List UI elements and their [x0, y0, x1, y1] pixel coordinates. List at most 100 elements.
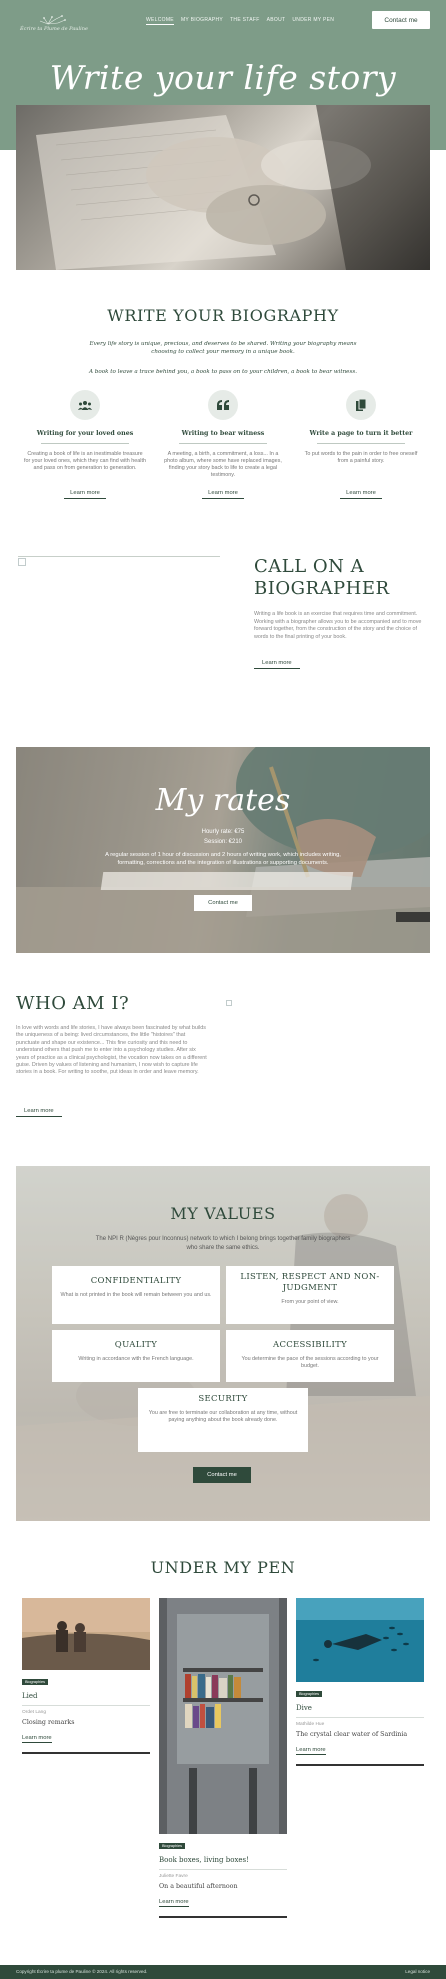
legal-notice-link[interactable]: Legal notice — [405, 1969, 430, 1974]
footer: Copyright Écrire ta plume de Pauline © 2… — [0, 1965, 446, 1979]
values-title: MY VALUES — [170, 1204, 276, 1223]
rates-contact-button[interactable]: Contact me — [194, 895, 252, 911]
value-card-confidentiality: CONFIDENTIALITY What is not printed in t… — [52, 1266, 220, 1324]
logo-text: Écrire ta Plume de Pauline — [20, 26, 88, 32]
post-tag: Biographies — [296, 1691, 323, 1697]
post-image — [159, 1598, 287, 1834]
who-text: In love with words and life stories, I h… — [16, 1025, 207, 1076]
learn-more-link[interactable]: Learn more — [202, 490, 244, 499]
hero-image — [16, 105, 430, 270]
post-bottom-border — [22, 1752, 150, 1754]
nav-item-the-staff[interactable]: THE STAFF — [230, 17, 260, 25]
who-image-placeholder — [226, 993, 430, 1006]
biography-tagline: A book to leave a trace behind you, a bo… — [88, 369, 357, 375]
values-section: MY VALUES The NPI R (Nègres pour Inconnu… — [16, 1166, 430, 1521]
post-excerpt: Closing remarks — [22, 1719, 75, 1726]
post-tag: Biographies — [22, 1679, 49, 1685]
nav-item-welcome[interactable]: WELCOME — [146, 17, 174, 25]
rates-title: My rates — [155, 783, 291, 818]
value-desc: From your point of view. — [281, 1299, 339, 1305]
divider — [317, 443, 405, 444]
notebook-shape — [100, 872, 354, 890]
learn-more-link[interactable]: Learn more — [22, 1735, 52, 1743]
learn-more-link[interactable]: Learn more — [296, 1747, 326, 1755]
post-author: Juliette Favre — [159, 1874, 188, 1879]
learn-more-link[interactable]: Learn more — [340, 490, 382, 499]
feature-text: To put words to the pain in order to fre… — [304, 451, 418, 464]
value-desc: You determine the pace of the sessions a… — [241, 1356, 379, 1369]
call-text: Writing a life book is an exercise that … — [254, 611, 422, 640]
learn-more-link[interactable]: Learn more — [159, 1899, 189, 1907]
post-excerpt: On a beautiful afternoon — [159, 1883, 238, 1890]
footer-copyright: Copyright Écrire ta plume de Pauline © 2… — [16, 1969, 148, 1974]
broken-image-icon — [226, 1000, 232, 1006]
post-title: Dive — [296, 1704, 312, 1712]
hourly-rate: Hourly rate: €75 — [201, 829, 245, 835]
pen-title: UNDER MY PEN — [150, 1558, 296, 1577]
rates-section: My rates Hourly rate: €75 Session: €210 … — [16, 747, 430, 953]
value-card-accessibility: ACCESSIBILITY You determine the pace of … — [226, 1330, 394, 1382]
biography-subtitle: Every life story is unique, precious, an… — [89, 341, 357, 355]
divider — [41, 443, 129, 444]
value-title: ACCESSIBILITY — [273, 1340, 347, 1350]
divider — [159, 1869, 287, 1870]
broken-image-icon — [18, 558, 26, 566]
main-nav: WELCOME MY BIOGRAPHY THE STAFF ABOUT UND… — [146, 17, 334, 25]
value-title: CONFIDENTIALITY — [90, 1276, 182, 1286]
quote-icon — [208, 390, 238, 420]
hero-title: Write your life story — [49, 58, 397, 97]
image-overlay — [16, 747, 430, 953]
documents-icon — [346, 390, 376, 420]
divider — [22, 1705, 150, 1706]
feature-text: A meeting, a birth, a commitment, a loss… — [164, 451, 282, 478]
value-title: QUALITY — [114, 1340, 158, 1350]
post-card[interactable]: Biographies Lied Ordet Lang Closing rema… — [22, 1598, 150, 1754]
value-title: LISTEN, RESPECT AND NON-JUDGMENT — [240, 1272, 380, 1293]
post-bottom-border — [296, 1764, 424, 1766]
feature-title: Write a page to turn it better — [309, 430, 413, 437]
feature-turn-page: Write a page to turn it better To put wo… — [300, 390, 422, 499]
session-rate: Session: €210 — [203, 839, 243, 845]
post-title: Book boxes, living boxes! — [159, 1856, 249, 1864]
post-card[interactable]: Biographies Book boxes, living boxes! Ju… — [159, 1598, 287, 1918]
learn-more-link[interactable]: Learn more — [16, 1108, 62, 1117]
value-card-quality: QUALITY Writing in accordance with the F… — [52, 1330, 220, 1382]
value-title: SECURITY — [198, 1394, 248, 1404]
feature-bear-witness: Writing to bear witness A meeting, a bir… — [162, 390, 284, 499]
nav-item-under-my-pen[interactable]: UNDER MY PEN — [292, 17, 334, 25]
contact-button[interactable]: Contact me — [372, 11, 430, 29]
post-tag: Biographies — [159, 1843, 186, 1849]
biography-title: WRITE YOUR BIOGRAPHY — [107, 306, 339, 325]
feature-text: Creating a book of life is an inestimabl… — [24, 451, 146, 471]
call-title: CALL ON A BIOGRAPHER — [254, 556, 390, 599]
learn-more-link[interactable]: Learn more — [254, 660, 300, 669]
value-desc: You are free to terminate our collaborat… — [148, 1410, 298, 1423]
rates-description: A regular session of 1 hour of discussio… — [105, 852, 341, 866]
post-card[interactable]: Biographies Dive Mathilde Hue The crysta… — [296, 1598, 424, 1766]
nav-item-about[interactable]: ABOUT — [267, 17, 286, 25]
value-card-listen: LISTEN, RESPECT AND NON-JUDGMENT From yo… — [226, 1266, 394, 1324]
feature-title: Writing to bear witness — [181, 430, 265, 437]
call-image-placeholder — [18, 556, 220, 566]
post-author: Mathilde Hue — [296, 1722, 325, 1727]
who-title: WHO AM I? — [16, 993, 130, 1014]
divider — [179, 443, 267, 444]
value-desc: What is not printed in the book will rem… — [60, 1292, 212, 1298]
value-desc: Writing in accordance with the French la… — [78, 1356, 194, 1362]
value-card-security: SECURITY You are free to terminate our c… — [138, 1388, 308, 1452]
nav-item-my-biography[interactable]: MY BIOGRAPHY — [181, 17, 223, 25]
post-image — [296, 1598, 424, 1682]
people-icon — [70, 390, 100, 420]
dandelion-icon — [39, 15, 66, 25]
post-bottom-border — [159, 1916, 287, 1918]
values-contact-button[interactable]: Contact me — [193, 1467, 251, 1483]
learn-more-link[interactable]: Learn more — [64, 490, 106, 499]
post-image — [22, 1598, 150, 1670]
divider — [296, 1717, 424, 1718]
feature-loved-ones: Writing for your loved ones Creating a b… — [24, 390, 146, 499]
post-title: Lied — [22, 1692, 38, 1700]
logo[interactable] — [18, 14, 98, 36]
values-intro: The NPI R (Nègres pour Inconnus) network… — [95, 1236, 351, 1251]
feature-title: Writing for your loved ones — [36, 430, 134, 437]
post-excerpt: The crystal clear water of Sardinia — [296, 1731, 408, 1738]
